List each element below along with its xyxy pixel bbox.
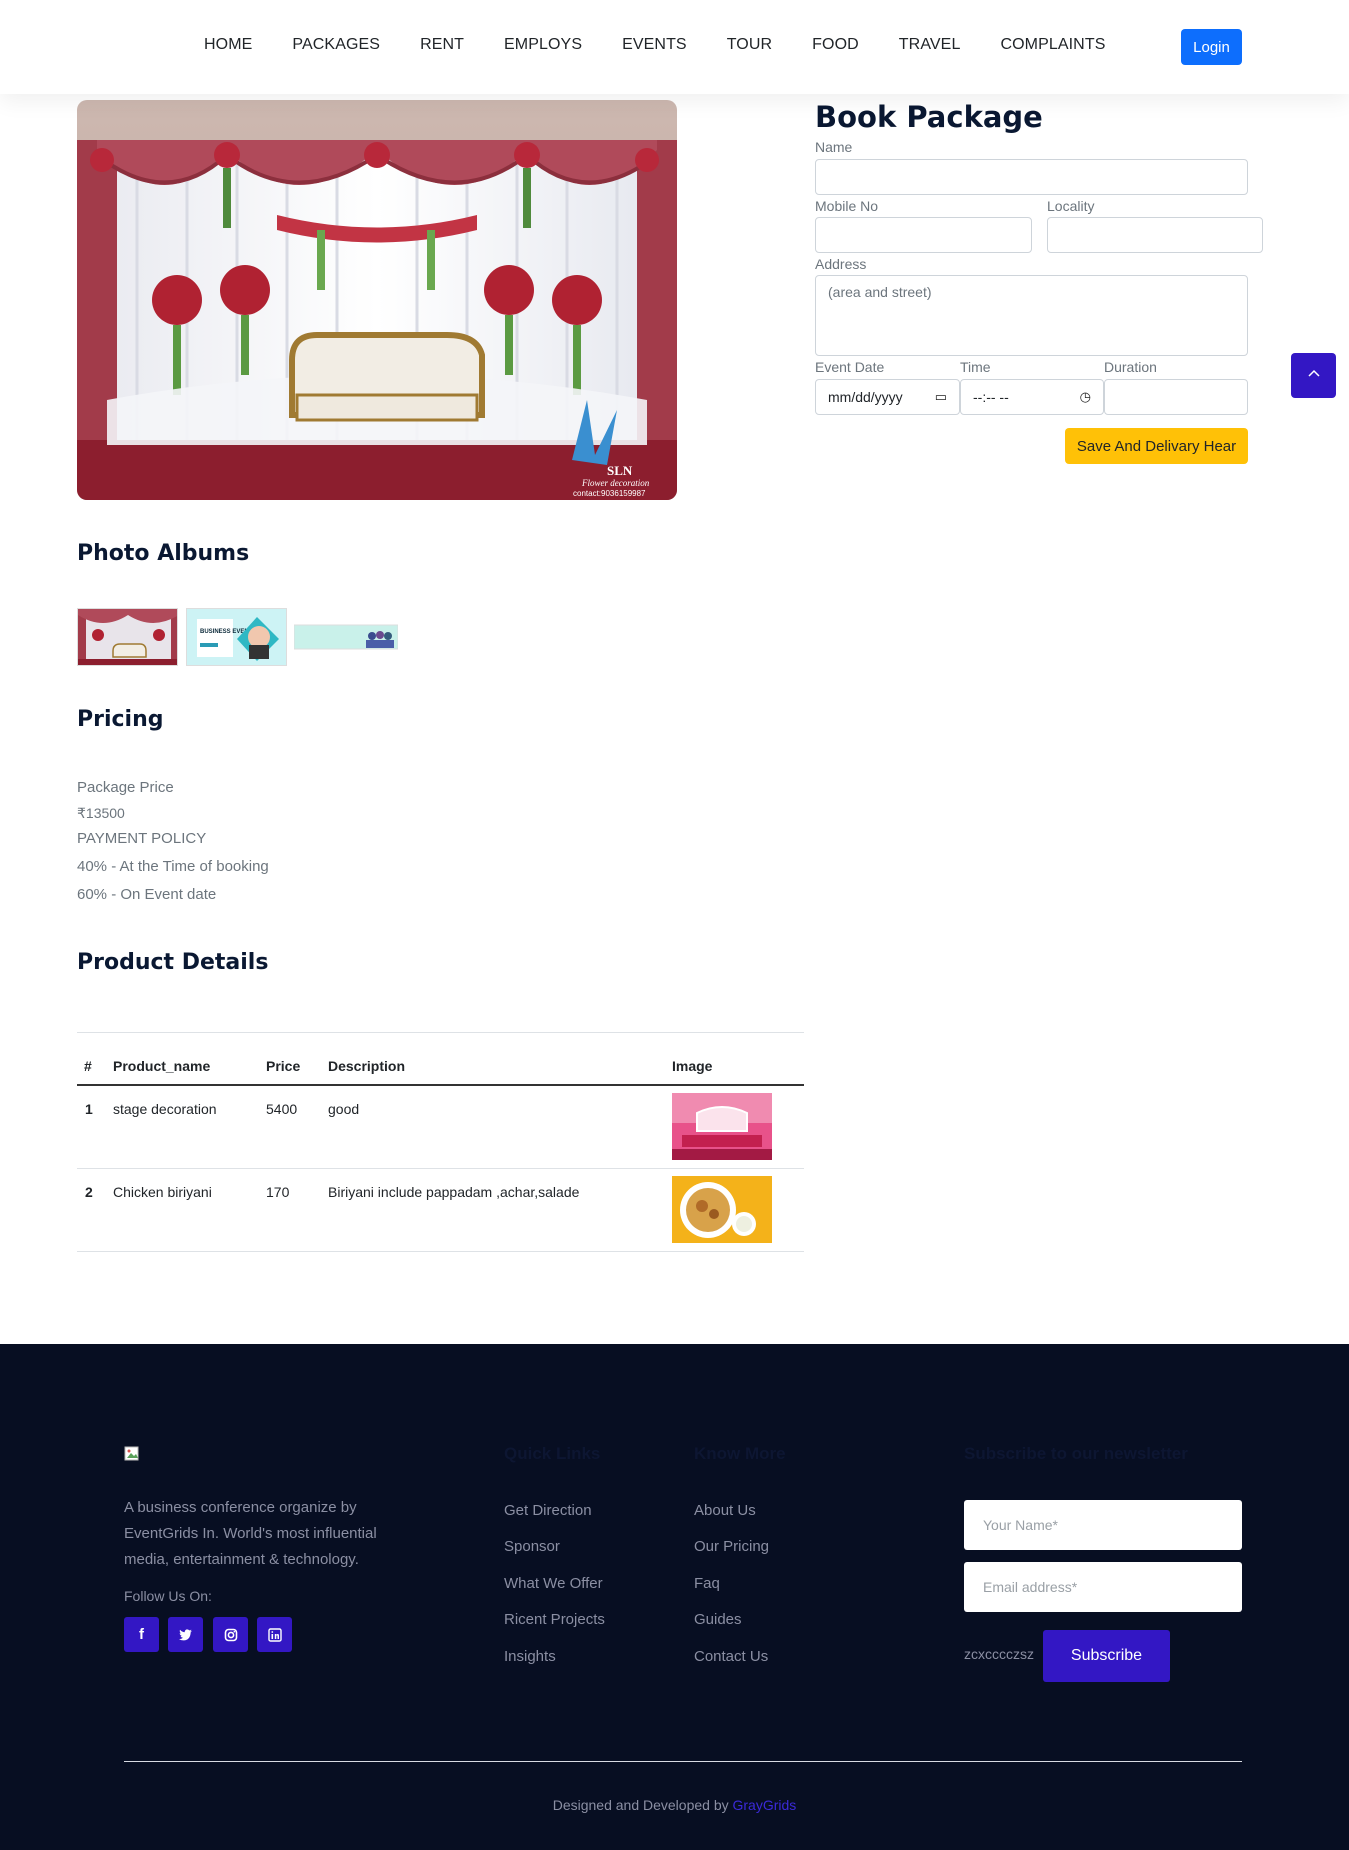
duration-label: Duration — [1104, 359, 1157, 375]
event-date-label: Event Date — [815, 359, 885, 375]
save-and-delivery-button[interactable]: Save And Delivary Hear — [1065, 428, 1248, 464]
nav-tour[interactable]: TOUR — [727, 36, 772, 54]
newsletter-name-input[interactable]: Your Name* — [964, 1500, 1242, 1550]
table-header: # Product_name Price Description Image — [77, 1033, 804, 1086]
product-image-biriyani — [672, 1176, 772, 1243]
mobile-label: Mobile No — [815, 198, 879, 214]
nav-packages[interactable]: PACKAGES — [292, 36, 380, 54]
footer-credit: Designed and Developed by GrayGrids — [0, 1797, 1349, 1813]
captcha-text: zcxcccczsz — [964, 1646, 1034, 1662]
album-thumb-3[interactable] — [294, 608, 398, 666]
instagram-icon[interactable] — [213, 1617, 248, 1652]
chevron-up-icon — [1307, 365, 1321, 386]
calendar-icon[interactable]: ▭ — [935, 389, 947, 405]
row-product-name: Chicken biriyani — [113, 1184, 212, 1200]
clock-icon[interactable]: ◷ — [1080, 389, 1091, 405]
broken-logo-icon — [124, 1446, 140, 1462]
row-price: 5400 — [266, 1101, 298, 1117]
footer-link-about-us[interactable]: About Us — [694, 1502, 756, 1519]
col-description: Description — [328, 1058, 406, 1074]
table-row: 2 Chicken biriyani 170 Biriyani include … — [77, 1169, 804, 1252]
footer-link-recent-projects[interactable]: Ricent Projects — [504, 1611, 605, 1628]
locality-input[interactable] — [1047, 217, 1263, 253]
book-package-title: Book Package — [815, 100, 1043, 134]
nav-complaints[interactable]: COMPLAINTS — [1000, 36, 1105, 54]
footer-divider — [124, 1761, 1242, 1762]
nav-employs[interactable]: EMPLOYS — [504, 36, 582, 54]
follow-us-label: Follow Us On: — [124, 1588, 212, 1604]
name-label: Name — [815, 139, 853, 155]
subscribe-button[interactable]: Subscribe — [1043, 1630, 1170, 1682]
time-label: Time — [960, 359, 991, 375]
album-thumb-1[interactable] — [77, 608, 178, 666]
col-num: # — [84, 1058, 92, 1074]
time-value: --:-- -- — [973, 389, 1009, 405]
table-row: 1 stage decoration 5400 good — [77, 1086, 804, 1169]
name-input[interactable] — [815, 159, 1248, 195]
address-placeholder: (area and street) — [828, 284, 932, 300]
col-product-name: Product_name — [113, 1058, 211, 1074]
newsletter-title: Subscribe to our newsletter — [964, 1444, 1188, 1463]
col-image: Image — [672, 1058, 713, 1074]
policy-line-2: 60% - On Event date — [77, 886, 217, 903]
product-details-title: Product Details — [77, 950, 269, 975]
time-input[interactable]: --:-- -- ◷ — [960, 379, 1104, 415]
newsletter-email-input[interactable]: Email address* — [964, 1562, 1242, 1612]
footer-description: A business conference organize by EventG… — [124, 1499, 377, 1568]
footer-link-what-we-offer[interactable]: What We Offer — [504, 1575, 603, 1592]
row-price: 170 — [266, 1184, 290, 1200]
login-button[interactable]: Login — [1181, 29, 1242, 65]
know-more-title: Know More — [694, 1444, 786, 1463]
payment-policy-label: PAYMENT POLICY — [77, 830, 207, 847]
policy-line-1: 40% - At the Time of booking — [77, 858, 269, 875]
address-label: Address — [815, 256, 867, 272]
address-textarea[interactable]: (area and street) — [815, 275, 1248, 356]
photo-albums-title: Photo Albums — [77, 541, 250, 566]
mobile-input[interactable] — [815, 217, 1032, 253]
linkedin-icon[interactable] — [257, 1617, 292, 1652]
footer-link-faq[interactable]: Faq — [694, 1575, 720, 1592]
watermark-title: SLN — [607, 463, 633, 478]
nav-food[interactable]: FOOD — [812, 36, 859, 54]
nav-events[interactable]: EVENTS — [622, 36, 687, 54]
row-description: good — [328, 1101, 360, 1117]
nav-travel[interactable]: TRAVEL — [899, 36, 961, 54]
locality-label: Locality — [1047, 198, 1095, 214]
footer-link-sponsor[interactable]: Sponsor — [504, 1538, 560, 1555]
footer-link-guides[interactable]: Guides — [694, 1611, 742, 1628]
credit-link[interactable]: GrayGrids — [733, 1797, 797, 1813]
scroll-to-top-button[interactable] — [1291, 353, 1336, 398]
footer-link-our-pricing[interactable]: Our Pricing — [694, 1538, 769, 1555]
footer-link-insights[interactable]: Insights — [504, 1648, 556, 1665]
navbar: HOME PACKAGES RENT EMPLOYS EVENTS TOUR F… — [0, 0, 1349, 94]
nav-links: HOME PACKAGES RENT EMPLOYS EVENTS TOUR F… — [204, 36, 1145, 54]
quick-links-title: Quick Links — [504, 1444, 601, 1463]
credit-prefix: Designed and Developed by — [552, 1797, 729, 1813]
footer-link-contact-us[interactable]: Contact Us — [694, 1648, 768, 1665]
col-price: Price — [266, 1058, 301, 1074]
nav-rent[interactable]: RENT — [420, 36, 464, 54]
event-date-value: mm/dd/yyyy — [828, 389, 903, 405]
row-product-name: stage decoration — [113, 1101, 217, 1117]
package-hero-image: SLN Flower decoration contact:9036159987 — [77, 100, 677, 500]
watermark-sub: Flower decoration — [581, 478, 650, 488]
album-thumb-2[interactable]: BUSINESS EVENT — [186, 608, 287, 666]
row-description: Biriyani include pappadam ,achar,salade — [328, 1184, 580, 1200]
duration-input[interactable] — [1104, 379, 1248, 415]
product-table: # Product_name Price Description Image 1… — [77, 1032, 804, 1252]
package-price-label: Package Price — [77, 779, 174, 796]
name-placeholder: Your Name* — [983, 1517, 1058, 1533]
footer-link-get-direction[interactable]: Get Direction — [504, 1502, 592, 1519]
email-placeholder: Email address* — [983, 1579, 1078, 1595]
facebook-icon[interactable]: f — [124, 1617, 159, 1652]
nav-home[interactable]: HOME — [204, 36, 252, 54]
event-date-input[interactable]: mm/dd/yyyy ▭ — [815, 379, 960, 415]
twitter-icon[interactable] — [168, 1617, 203, 1652]
package-price: ₹13500 — [77, 805, 125, 821]
pricing-title: Pricing — [77, 707, 164, 732]
product-image-stage — [672, 1093, 772, 1160]
watermark-contact: contact:9036159987 — [573, 489, 646, 498]
row-num: 1 — [85, 1101, 93, 1117]
row-num: 2 — [85, 1184, 93, 1200]
